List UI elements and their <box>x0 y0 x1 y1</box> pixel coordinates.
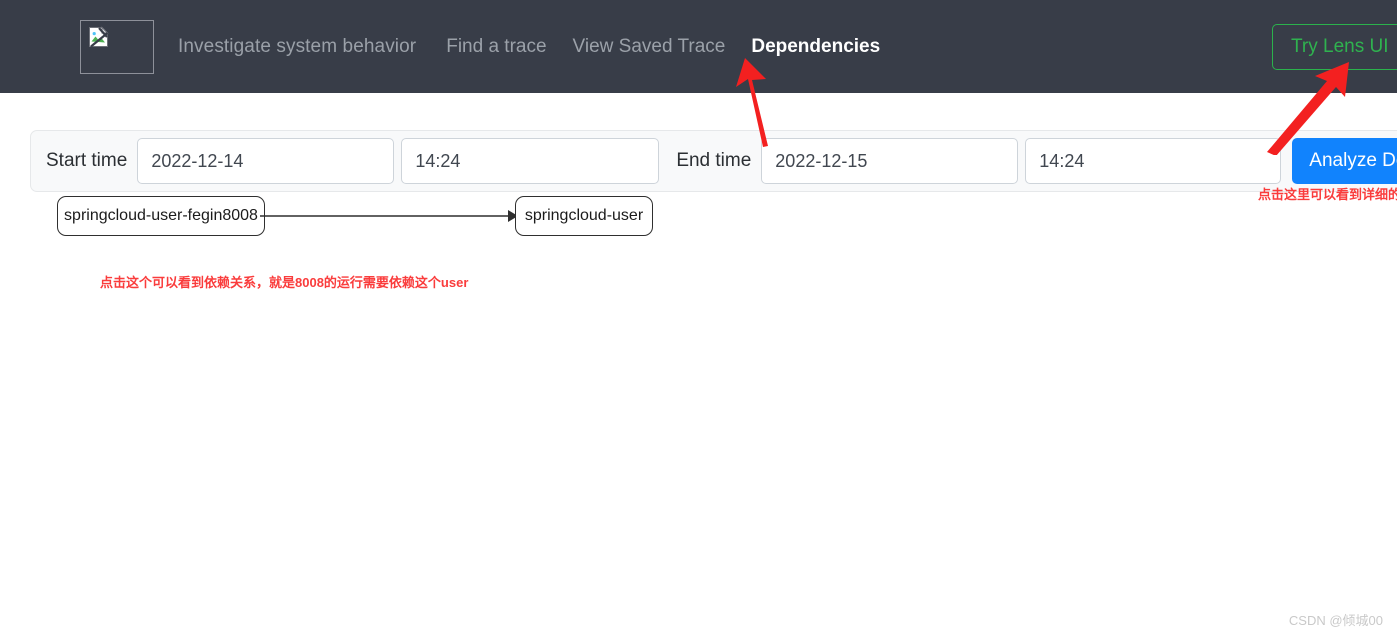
time-range-form: Start time End time Analyze Dependencies <box>30 130 1397 192</box>
nav-link-dependencies[interactable]: Dependencies <box>751 36 880 58</box>
try-lens-ui-button[interactable]: Try Lens UI <box>1272 24 1397 70</box>
end-date-input[interactable] <box>761 138 1019 184</box>
end-time-label: End time <box>676 150 752 171</box>
dependency-graph: springcloud-user-fegin8008 springcloud-u… <box>0 188 1397 258</box>
csdn-watermark: CSDN @倾城00 <box>1288 613 1383 628</box>
analyze-dependencies-button[interactable]: Analyze Dependencies <box>1292 138 1397 184</box>
nav-link-find-a-trace[interactable]: Find a trace <box>446 36 546 58</box>
start-time-input[interactable] <box>401 138 660 184</box>
brand-title: Investigate system behavior <box>178 35 417 57</box>
brand-logo[interactable] <box>80 19 154 74</box>
graph-node-springcloud-user-fegin8008[interactable]: springcloud-user-fegin8008 <box>57 196 265 236</box>
start-date-input[interactable] <box>137 138 395 184</box>
nav-links: Find a trace View Saved Trace Dependenci… <box>446 36 906 58</box>
top-navbar: Investigate system behavior Find a trace… <box>0 0 1397 93</box>
end-time-input[interactable] <box>1025 138 1282 184</box>
nav-link-view-saved-trace[interactable]: View Saved Trace <box>573 36 726 58</box>
annotation-top-note: 点击这里可以看到详细的 <box>1258 187 1397 202</box>
annotation-graph-note: 点击这个可以看到依赖关系，就是8008的运行需要依赖这个user <box>100 275 469 290</box>
broken-image-icon <box>89 25 109 47</box>
start-time-label: Start time <box>46 150 128 171</box>
graph-edge-arrow <box>260 210 518 222</box>
graph-node-springcloud-user[interactable]: springcloud-user <box>515 196 653 236</box>
